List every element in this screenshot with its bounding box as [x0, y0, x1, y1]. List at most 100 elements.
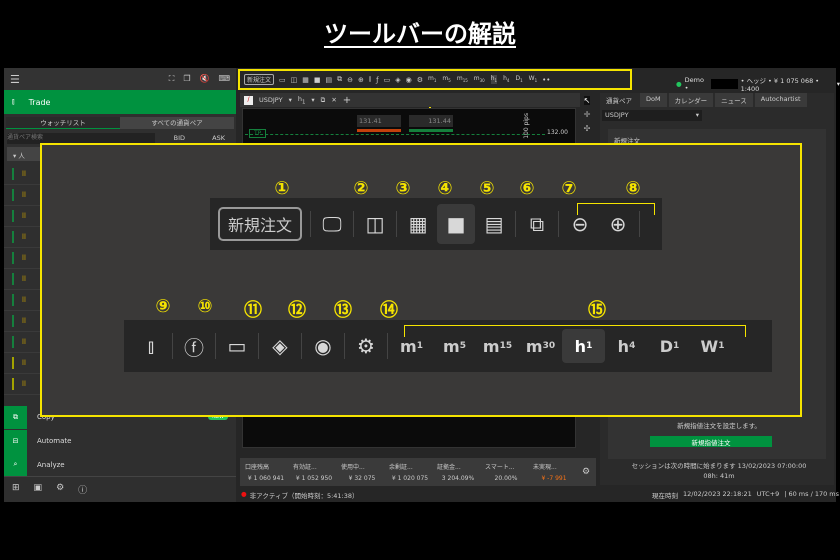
eye-icon[interactable]: ◉ [406, 76, 412, 84]
indicators-icon[interactable]: ⓕ [175, 326, 213, 366]
drag-handle-icon[interactable]: ll [22, 275, 26, 283]
chart-mode-icon[interactable]: ▭ [279, 76, 286, 84]
layout-icon[interactable]: ◫ [291, 76, 298, 84]
menu-analyze[interactable]: ⌕ Analyze [4, 453, 236, 477]
close-icon[interactable]: ✕ [331, 96, 336, 104]
layout-icon[interactable]: ◫ [356, 204, 394, 244]
help-icon[interactable]: ⓘ [78, 483, 87, 496]
chart-type-icon[interactable]: ⫾ [132, 326, 170, 366]
menu-automate[interactable]: ⊟ Automate [4, 429, 236, 453]
tab-right-1[interactable]: DoM [640, 93, 667, 107]
add-chart-icon[interactable]: ⧉ [337, 75, 342, 84]
add-tab-button[interactable]: + [343, 95, 351, 106]
stat-label[interactable]: 余剰証... [386, 462, 434, 471]
keyboard-icon[interactable]: ⌨ [218, 74, 230, 84]
chart-symbol[interactable]: USDJPY [259, 96, 283, 104]
pan-icon[interactable]: ✣ [584, 124, 591, 133]
tab-right-0[interactable]: 通貨ペア [600, 93, 638, 107]
timeframe-h4-small[interactable]: h4 [503, 75, 509, 83]
drag-handle-icon[interactable]: ll [22, 338, 26, 346]
strength-bar [12, 210, 14, 222]
tab-right-4[interactable]: Autochartist [754, 93, 807, 107]
status-dot: ● [676, 80, 682, 88]
drag-handle-icon[interactable]: ll [22, 254, 26, 262]
chart-type-icon[interactable]: ⫾ [369, 75, 371, 84]
gear-icon[interactable]: ⚙ [56, 483, 64, 496]
drag-handle-icon[interactable]: ll [22, 170, 26, 178]
timeframe-D1-small[interactable]: D1 [515, 75, 522, 83]
split-layout-icon[interactable]: ▤ [475, 204, 513, 244]
settings-chart-icon[interactable]: ⚙ [417, 76, 423, 84]
chart-timeframe[interactable]: h1 [298, 95, 306, 105]
trade-button[interactable]: ⫾ Trade [4, 90, 236, 114]
new-limit-order-button[interactable]: 新規指値注文 [650, 436, 772, 447]
drag-handle-icon[interactable]: ll [22, 380, 26, 388]
stat-label[interactable]: スマート... [482, 462, 530, 471]
eye-icon[interactable]: ◉ [304, 326, 342, 366]
wallet-icon[interactable]: ▣ [34, 483, 43, 496]
sell-price[interactable]: 131.41 [357, 115, 401, 127]
drag-handle-icon[interactable]: ll [22, 233, 26, 241]
windows-icon[interactable]: ❐ [183, 74, 190, 84]
tab-watchlist[interactable]: ウォッチリスト [6, 117, 120, 129]
more-button[interactable]: •• [542, 76, 550, 84]
cbot-icon[interactable]: ▭ [218, 326, 256, 366]
drag-handle-icon[interactable]: ll [22, 191, 26, 199]
grid-icon[interactable]: ▦ [302, 76, 309, 84]
drag-handle-icon[interactable]: ll [22, 212, 26, 220]
menu-icon[interactable]: ☰ [10, 73, 20, 86]
single-layout-icon[interactable]: ■ [437, 204, 476, 244]
timeframe-W1-small[interactable]: W1 [529, 75, 537, 83]
zoom-out-icon[interactable]: ⊖ [347, 76, 353, 84]
account-info[interactable]: ● Demo • • ヘッジ • ¥ 1 075 068 • 1:400 ▾ [676, 75, 840, 93]
callout-10: ⑩ [197, 296, 213, 317]
zoom-in-icon[interactable]: ⊕ [358, 76, 364, 84]
timezone-select[interactable]: UTC+9 [757, 490, 779, 500]
timeframe-m30-small[interactable]: m30 [474, 75, 485, 83]
chart-settings-icon[interactable]: ⚙ [347, 326, 385, 366]
chart-mode-icon[interactable]: 🖵 [313, 204, 351, 244]
cursor-icon[interactable]: ↖ [583, 96, 591, 105]
pair-search-input[interactable] [7, 132, 155, 144]
layers-icon[interactable]: ◈ [395, 76, 400, 84]
timeframe-m5-small[interactable]: m5 [442, 75, 450, 83]
strength-bar [12, 189, 14, 201]
cbot-icon[interactable]: ▭ [384, 76, 391, 84]
tab-right-3[interactable]: ニュース [715, 93, 753, 107]
tp-label[interactable]: TP [249, 129, 267, 138]
stat-label[interactable]: 口座残高 [242, 462, 290, 471]
new-order-button-small[interactable]: 新規注文 [244, 74, 275, 85]
mute-icon[interactable]: 🔇 [199, 74, 209, 84]
drag-handle-icon[interactable]: ll [22, 317, 26, 325]
stat-label[interactable]: 使用中... [338, 462, 386, 471]
new-order-button[interactable]: 新規注文 [218, 207, 303, 241]
strength-bar [12, 294, 14, 306]
indicators-icon[interactable]: ƒ [376, 76, 378, 84]
buy-price[interactable]: 131.44 [409, 115, 453, 127]
stats-settings-icon[interactable]: ⚙ [582, 467, 590, 477]
timeframe-h1-small[interactable]: h1 [490, 75, 498, 84]
tab-right-2[interactable]: カレンダー [668, 93, 714, 107]
tab-all-pairs[interactable]: すべての通貨ペア [120, 117, 234, 129]
drag-handle-icon[interactable]: ll [22, 359, 26, 367]
add-chart-icon[interactable]: ⧉ [518, 204, 556, 244]
timeframe-m1-small[interactable]: m1 [428, 75, 436, 83]
stat-label[interactable]: 証拠金... [434, 462, 482, 471]
symbol-select[interactable]: USDJPY ▾ [602, 110, 702, 121]
stat-label[interactable]: 有効証... [290, 462, 338, 471]
crosshair-icon[interactable]: ✛ [584, 110, 591, 119]
ask-header: ASK [212, 134, 225, 142]
deposit-icon[interactable]: ⊞ [12, 483, 20, 496]
stat-label[interactable]: 未実現... [530, 462, 578, 471]
single-icon[interactable]: ■ [314, 76, 321, 84]
detach-icon[interactable]: ⧉ [321, 96, 326, 105]
timeframe-m15-small[interactable]: m15 [457, 75, 468, 83]
fullscreen-icon[interactable]: ⛶ [169, 74, 175, 84]
current-time: 12/02/2023 22:18:21 [683, 490, 752, 498]
split-icon[interactable]: ▤ [326, 76, 333, 84]
account-balance: • ヘッジ • ¥ 1 075 068 • 1:400 [740, 77, 820, 93]
layers-icon[interactable]: ◈ [261, 326, 299, 366]
grid-layout-icon[interactable]: ▦ [399, 204, 437, 244]
stat-5: スマート... 20.00% [482, 462, 530, 482]
drag-handle-icon[interactable]: ll [22, 296, 26, 304]
